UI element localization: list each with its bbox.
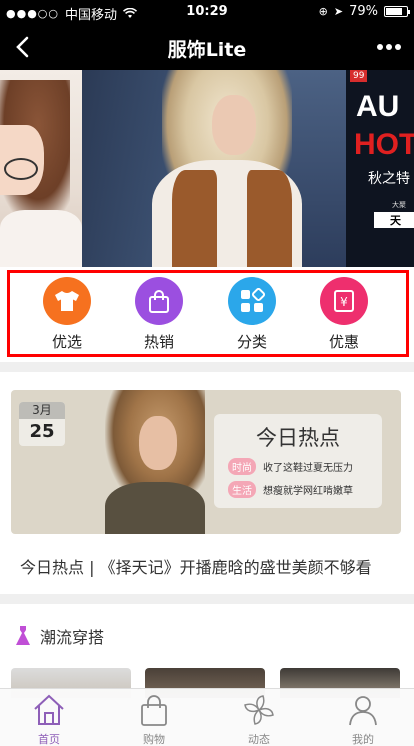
- hot-news-card[interactable]: 3月 25 今日热点 时尚 收了这鞋过夏无压力 生活 想瘦就学网红啃嫩草: [11, 390, 401, 534]
- trend-header: 潮流穿搭: [14, 624, 104, 648]
- banner-slide-next: 99 AU HOT 秋之特 大聚 天: [346, 70, 414, 267]
- battery-percent: 79%: [349, 4, 378, 19]
- banner-bar-text: 天: [374, 212, 414, 228]
- banner-headline-2: HOT: [354, 128, 414, 161]
- tshirt-icon: [43, 277, 91, 325]
- grid-icon: [228, 277, 276, 325]
- hot-news-caption[interactable]: 今日热点 | 《择天记》开播鹿晗的盛世美颜不够看: [20, 554, 372, 578]
- tab-shopping[interactable]: 购物: [124, 693, 184, 746]
- svg-text:¥: ¥: [340, 295, 348, 309]
- banner-slide-current: [82, 70, 346, 267]
- tab-label: 购物: [143, 733, 165, 746]
- banner-slide-prev: [0, 70, 82, 267]
- tab-feed[interactable]: 动态: [229, 693, 289, 746]
- hot-row: 生活 想瘦就学网红啃嫩草: [228, 481, 353, 498]
- nav-bar: 服饰Lite: [0, 24, 414, 70]
- location-icon: ➤: [333, 5, 344, 18]
- tab-label: 动态: [248, 733, 270, 746]
- hot-news-section: 3月 25 今日热点 时尚 收了这鞋过夏无压力 生活 想瘦就学网红啃嫩草 今日热…: [0, 372, 414, 594]
- battery-icon: [384, 6, 410, 17]
- banner-carousel[interactable]: 99 AU HOT 秋之特 大聚 天: [0, 70, 414, 267]
- bag-icon: [141, 695, 167, 726]
- rotation-lock-icon: ⊕: [318, 5, 328, 18]
- shopping-bag-icon: [135, 277, 183, 325]
- menu-item-rexiao[interactable]: 热销: [129, 277, 189, 352]
- tab-profile[interactable]: 我的: [333, 693, 393, 746]
- tab-label: 我的: [352, 733, 374, 746]
- date-day: 25: [29, 421, 55, 442]
- home-icon: [34, 694, 64, 725]
- coupon-icon: ¥: [320, 277, 368, 325]
- page-title: 服饰Lite: [167, 39, 247, 61]
- hot-row-text: 收了这鞋过夏无压力: [263, 463, 353, 474]
- tab-bar: 首页 购物 动态 我的: [0, 688, 414, 746]
- category-menu: 优选 热销 分类 ¥ 优惠: [0, 267, 414, 362]
- hot-panel-title: 今日热点: [256, 426, 340, 450]
- hot-news-image: [95, 390, 215, 534]
- banner-headline-1: AU: [356, 90, 400, 123]
- menu-item-label: 热销: [143, 333, 174, 351]
- more-options-icon[interactable]: [374, 32, 404, 62]
- hot-row-tag: 生活: [228, 481, 256, 498]
- hot-row: 时尚 收了这鞋过夏无压力: [228, 458, 353, 475]
- tab-home[interactable]: 首页: [19, 693, 79, 746]
- hot-row-text: 想瘦就学网红啃嫩草: [263, 486, 353, 497]
- menu-item-label: 分类: [236, 333, 267, 351]
- banner-tag: 99: [350, 70, 368, 82]
- menu-item-youhui[interactable]: ¥ 优惠: [314, 277, 374, 352]
- hot-row-tag: 时尚: [228, 458, 256, 475]
- menu-item-label: 优选: [51, 333, 82, 351]
- tab-label: 首页: [38, 733, 60, 746]
- banner-small-text: 大聚: [392, 201, 406, 209]
- pinwheel-icon: [244, 695, 274, 725]
- trend-title: 潮流穿搭: [40, 628, 105, 647]
- menu-item-youxuan[interactable]: 优选: [37, 277, 97, 352]
- banner-subtitle: 秋之特: [368, 171, 410, 187]
- hot-news-panel: 今日热点 时尚 收了这鞋过夏无压力 生活 想瘦就学网红啃嫩草: [214, 414, 382, 508]
- date-badge: 3月 25: [19, 402, 65, 446]
- date-month: 3月: [19, 402, 65, 419]
- menu-item-fenlei[interactable]: 分类: [222, 277, 282, 352]
- dress-icon: [16, 626, 30, 645]
- menu-item-label: 优惠: [328, 333, 359, 351]
- app-screen: ●●●○○ 中国移动 10:29 ⊕ ➤ 79% 服饰Lite 99 AU HO…: [0, 0, 414, 746]
- user-icon: [349, 696, 377, 726]
- status-bar: ●●●○○ 中国移动 10:29 ⊕ ➤ 79%: [0, 0, 414, 24]
